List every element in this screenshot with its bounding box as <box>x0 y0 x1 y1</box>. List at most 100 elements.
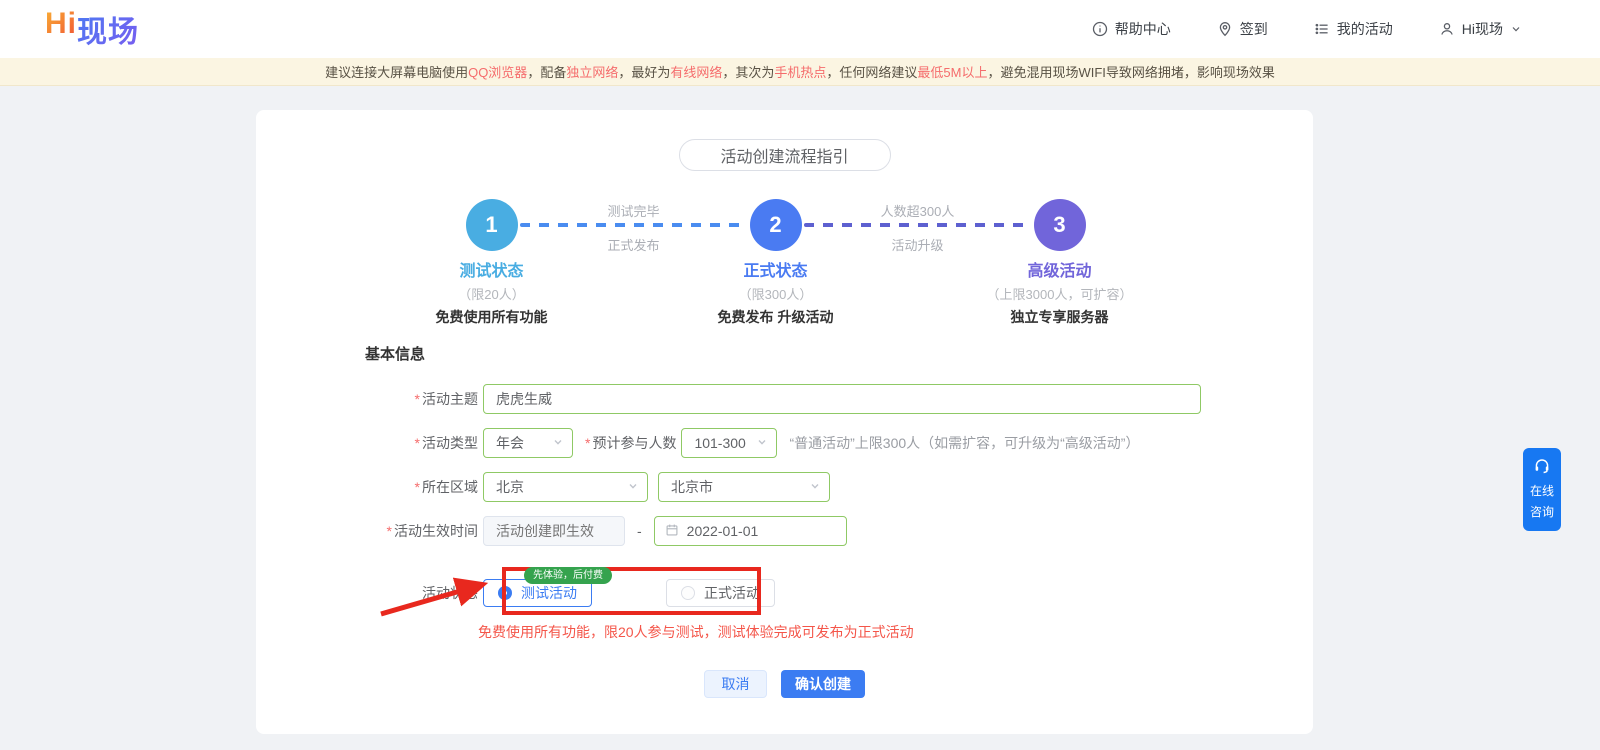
form-actions: 取消 确认创建 <box>256 670 1313 698</box>
chevron-down-icon <box>1510 23 1522 35</box>
form-row-type-attendees: *活动类型 年会 *预计参与人数 101-300 “普通活动”上限300人（如需… <box>365 428 1313 458</box>
nav-label: 签到 <box>1240 19 1268 39</box>
pin-icon <box>1217 21 1233 37</box>
logo-scene: 现场 <box>77 7 139 51</box>
form-row-status: 活动状态 测试活动 先体验，后付费 正式活动 <box>365 578 1313 608</box>
confirm-create-button[interactable]: 确认创建 <box>781 670 865 698</box>
end-date-picker[interactable]: 2022-01-01 <box>654 516 847 546</box>
create-activity-card: 活动创建流程指引 1 测试状态 （限20人） 免费使用所有功能 测试完毕 正式发… <box>256 110 1313 734</box>
chevron-down-icon <box>627 479 639 495</box>
nav-label: 帮助中心 <box>1115 19 1171 39</box>
type-select[interactable]: 年会 <box>483 428 573 458</box>
start-time-input <box>483 516 625 546</box>
online-consult-button[interactable]: 在线 咨询 <box>1523 448 1561 531</box>
step-1-desc: 免费使用所有功能 <box>436 307 548 327</box>
connector-1-top-label: 测试完毕 <box>518 201 750 220</box>
attendees-select-value: 101-300 <box>694 435 745 451</box>
required-mark: * <box>415 391 420 407</box>
step-3-circle: 3 <box>1034 199 1086 251</box>
section-title-basic-info: 基本信息 <box>365 343 1313 364</box>
step-3-limit: （上限3000人，可扩容） <box>987 284 1133 303</box>
step-2-name: 正式状态 <box>718 257 834 281</box>
notice-bar: 建议连接大屏幕电脑使用 QQ浏览器 ，配备 独立网络 ，最好为 有线网络 ，其次… <box>0 58 1600 86</box>
notice-highlight: 最低5M以上 <box>917 62 987 81</box>
nav-check-in[interactable]: 签到 <box>1217 19 1268 39</box>
step-1-limit: （限20人） <box>436 284 548 303</box>
theme-input[interactable] <box>483 384 1201 414</box>
list-icon <box>1314 21 1330 37</box>
required-mark: * <box>415 435 420 451</box>
chevron-down-icon <box>809 479 821 495</box>
progress-steps: 1 测试状态 （限20人） 免费使用所有功能 测试完毕 正式发布 2 正式状态 … <box>466 199 1086 321</box>
nav-label: 我的活动 <box>1337 19 1393 39</box>
radio-unselected-icon <box>681 586 695 600</box>
status-option-formal-label: 正式活动 <box>704 583 760 603</box>
province-select-value: 北京 <box>496 477 524 497</box>
user-icon <box>1439 21 1455 37</box>
form-row-effective-time: *活动生效时间 - 2022-01-01 <box>365 516 1313 546</box>
end-date-value: 2022-01-01 <box>687 523 759 539</box>
consult-line1: 在线 <box>1530 483 1554 500</box>
nav-account-menu[interactable]: Hi现场 <box>1439 19 1522 39</box>
step-2-desc: 免费发布 升级活动 <box>718 307 834 327</box>
step-connector-2: 人数超300人 活动升级 <box>802 199 1034 251</box>
nav-label: Hi现场 <box>1462 19 1503 39</box>
province-select[interactable]: 北京 <box>483 472 648 502</box>
attendees-label: 预计参与人数 <box>592 435 676 451</box>
status-label: 活动状态 <box>422 585 478 601</box>
attendees-select[interactable]: 101-300 <box>681 428 777 458</box>
connector-2-dashes <box>804 223 1032 227</box>
step-1-name: 测试状态 <box>436 257 548 281</box>
connector-2-top-label: 人数超300人 <box>802 201 1034 220</box>
connector-1-bottom-label: 正式发布 <box>518 235 750 254</box>
brand-logo[interactable]: Hi 现场 <box>45 7 139 51</box>
radio-selected-icon <box>498 586 512 600</box>
consult-line2: 咨询 <box>1530 504 1554 521</box>
guide-title-pill: 活动创建流程指引 <box>679 139 891 171</box>
form-row-theme: *活动主题 <box>365 384 1313 414</box>
step-2-circle: 2 <box>750 199 802 251</box>
date-range-separator: - <box>637 523 642 539</box>
type-label: 活动类型 <box>422 435 478 451</box>
guide-title: 活动创建流程指引 <box>720 143 848 167</box>
region-label: 所在区域 <box>422 479 478 495</box>
notice-highlight: 独立网络 <box>566 62 618 81</box>
chevron-down-icon <box>552 435 564 451</box>
nav-help-center[interactable]: 帮助中心 <box>1092 19 1171 39</box>
required-mark: * <box>387 523 392 539</box>
step-advanced: 3 高级活动 （上限3000人，可扩容） 独立专享服务器 <box>1034 199 1086 251</box>
connector-1-dashes <box>520 223 748 227</box>
city-select-value: 北京市 <box>671 477 713 497</box>
status-option-formal[interactable]: 正式活动 <box>666 579 775 607</box>
notice-highlight: 手机热点 <box>774 62 826 81</box>
step-connector-1: 测试完毕 正式发布 <box>518 199 750 251</box>
basic-info-form: *活动主题 *活动类型 年会 *预计参与人数 101-300 “普通活动”上限3… <box>256 384 1313 642</box>
step-3-name: 高级活动 <box>987 257 1133 281</box>
theme-label: 活动主题 <box>422 391 478 407</box>
headset-icon <box>1533 457 1551 480</box>
top-header: Hi 现场 帮助中心 签到 <box>0 0 1600 58</box>
city-select[interactable]: 北京市 <box>658 472 830 502</box>
notice-highlight: QQ浏览器 <box>468 62 527 81</box>
effective-time-label: 活动生效时间 <box>394 523 478 539</box>
step-test: 1 测试状态 （限20人） 免费使用所有功能 <box>466 199 518 251</box>
cancel-button[interactable]: 取消 <box>704 670 767 698</box>
logo-hi: Hi <box>45 7 77 51</box>
header-nav: 帮助中心 签到 我的活动 <box>1092 19 1522 39</box>
calendar-icon <box>665 523 679 540</box>
info-icon <box>1092 21 1108 37</box>
required-mark: * <box>585 435 590 451</box>
notice-highlight: 有线网络 <box>670 62 722 81</box>
required-mark: * <box>415 479 420 495</box>
step-2-limit: （限300人） <box>718 284 834 303</box>
notice-text: 建议连接大屏幕电脑使用 <box>325 62 468 81</box>
chevron-down-icon <box>756 435 768 451</box>
nav-my-activities[interactable]: 我的活动 <box>1314 19 1393 39</box>
step-3-desc: 独立专享服务器 <box>987 307 1133 327</box>
step-1-circle: 1 <box>466 199 518 251</box>
status-helper-text: 免费使用所有功能，限20人参与测试，测试体验完成可发布为正式活动 <box>478 622 1313 642</box>
status-option-test[interactable]: 测试活动 先体验，后付费 <box>483 579 592 607</box>
status-badge: 先体验，后付费 <box>524 567 612 584</box>
status-option-test-label: 测试活动 <box>521 583 577 603</box>
attendees-hint: “普通活动”上限300人（如需扩容，可升级为“高级活动”） <box>789 433 1139 453</box>
